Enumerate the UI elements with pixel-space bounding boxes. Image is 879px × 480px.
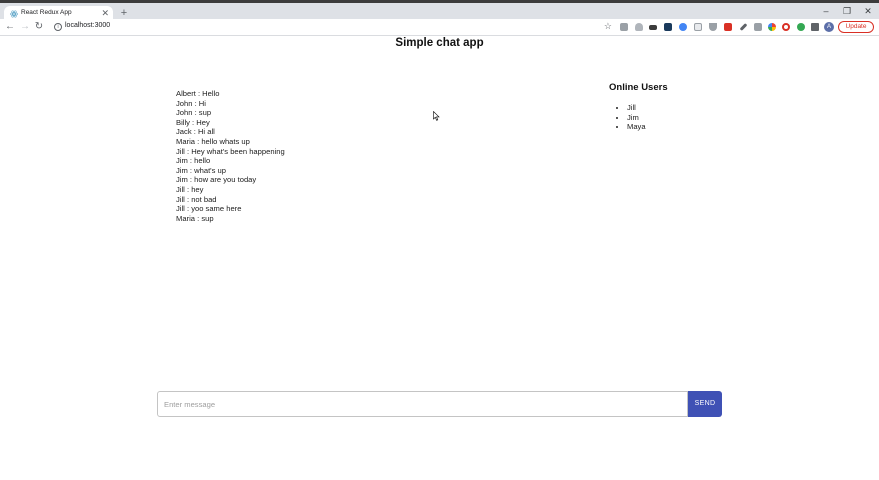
message-item: Jill : not bad xyxy=(176,194,217,204)
tab-close-icon[interactable]: ✕ xyxy=(101,7,109,19)
address-bar[interactable]: i localhost:3000 ☆ xyxy=(50,21,616,34)
funnel-extension-icon[interactable] xyxy=(709,23,717,31)
online-user-item: Maya xyxy=(627,122,646,132)
window-close-button[interactable]: ✕ xyxy=(861,5,875,17)
message-input-container xyxy=(157,391,688,417)
message-item: Albert : Hello xyxy=(176,89,220,98)
profile-avatar[interactable]: A xyxy=(824,22,834,32)
send-button[interactable]: SEND xyxy=(688,391,722,417)
extension-icon[interactable] xyxy=(797,23,805,31)
page-title: Simple chat app xyxy=(395,37,484,49)
pen-extension-icon[interactable] xyxy=(739,23,748,31)
message-item: Billy : Hey xyxy=(176,117,210,127)
message-item: Jim : how are you today xyxy=(176,175,257,185)
message-item: Maria : hello whats up xyxy=(176,136,250,146)
online-user-item: Jill xyxy=(627,103,646,113)
extension-icon[interactable] xyxy=(679,23,687,31)
message-item: Maria : sup xyxy=(176,213,214,223)
message-item: John : Hi xyxy=(176,98,206,108)
message-item: Jill : Hey what's been happening xyxy=(176,146,285,156)
shield-extension-icon[interactable] xyxy=(635,23,643,31)
online-user-item: Jim xyxy=(627,113,646,123)
site-info-icon[interactable]: i xyxy=(54,23,62,31)
message-input[interactable] xyxy=(158,392,687,416)
browser-titlebar: React Redux App ✕ + – ❐ ✕ xyxy=(0,0,879,22)
extension-icon[interactable] xyxy=(620,23,628,31)
online-users-title: Online Users xyxy=(609,82,668,93)
browser-toolbar: ← → ↻ i localhost:3000 ☆ A Update xyxy=(0,19,879,36)
update-button[interactable]: Update xyxy=(838,21,874,33)
message-item: Jill : hey xyxy=(176,184,204,194)
message-item: Jim : hello xyxy=(176,156,211,166)
online-users-list: Jill Jim Maya xyxy=(627,103,646,132)
tab-title: React Redux App xyxy=(21,9,72,16)
message-item: Jill : yoo same here xyxy=(176,204,242,214)
new-tab-button[interactable]: + xyxy=(118,6,130,20)
reload-button[interactable]: ↻ xyxy=(33,21,45,33)
message-item: Jack : Hi all xyxy=(176,127,215,137)
forward-button[interactable]: → xyxy=(19,21,31,33)
extension-icon[interactable] xyxy=(754,23,762,31)
extension-icon[interactable] xyxy=(768,23,776,31)
extension-icon[interactable] xyxy=(782,23,790,31)
restore-button[interactable]: ❐ xyxy=(840,5,854,17)
message-item: John : sup xyxy=(176,108,212,118)
message-list: Albert : Hello John : Hi John : sup Bill… xyxy=(176,89,285,223)
extension-icon[interactable] xyxy=(694,23,702,31)
glasses-extension-icon[interactable] xyxy=(649,25,657,30)
puzzle-extensions-icon[interactable] xyxy=(811,23,819,31)
react-favicon-icon xyxy=(10,10,18,18)
bookmark-star-icon[interactable]: ☆ xyxy=(604,21,612,32)
back-button[interactable]: ← xyxy=(4,21,16,33)
message-item: Jim : what's up xyxy=(176,165,226,175)
url-text: localhost:3000 xyxy=(65,22,111,29)
mouse-cursor-icon xyxy=(433,111,440,121)
extension-icon[interactable] xyxy=(724,23,732,31)
extension-icon[interactable] xyxy=(664,23,672,31)
minimize-button[interactable]: – xyxy=(819,5,833,17)
